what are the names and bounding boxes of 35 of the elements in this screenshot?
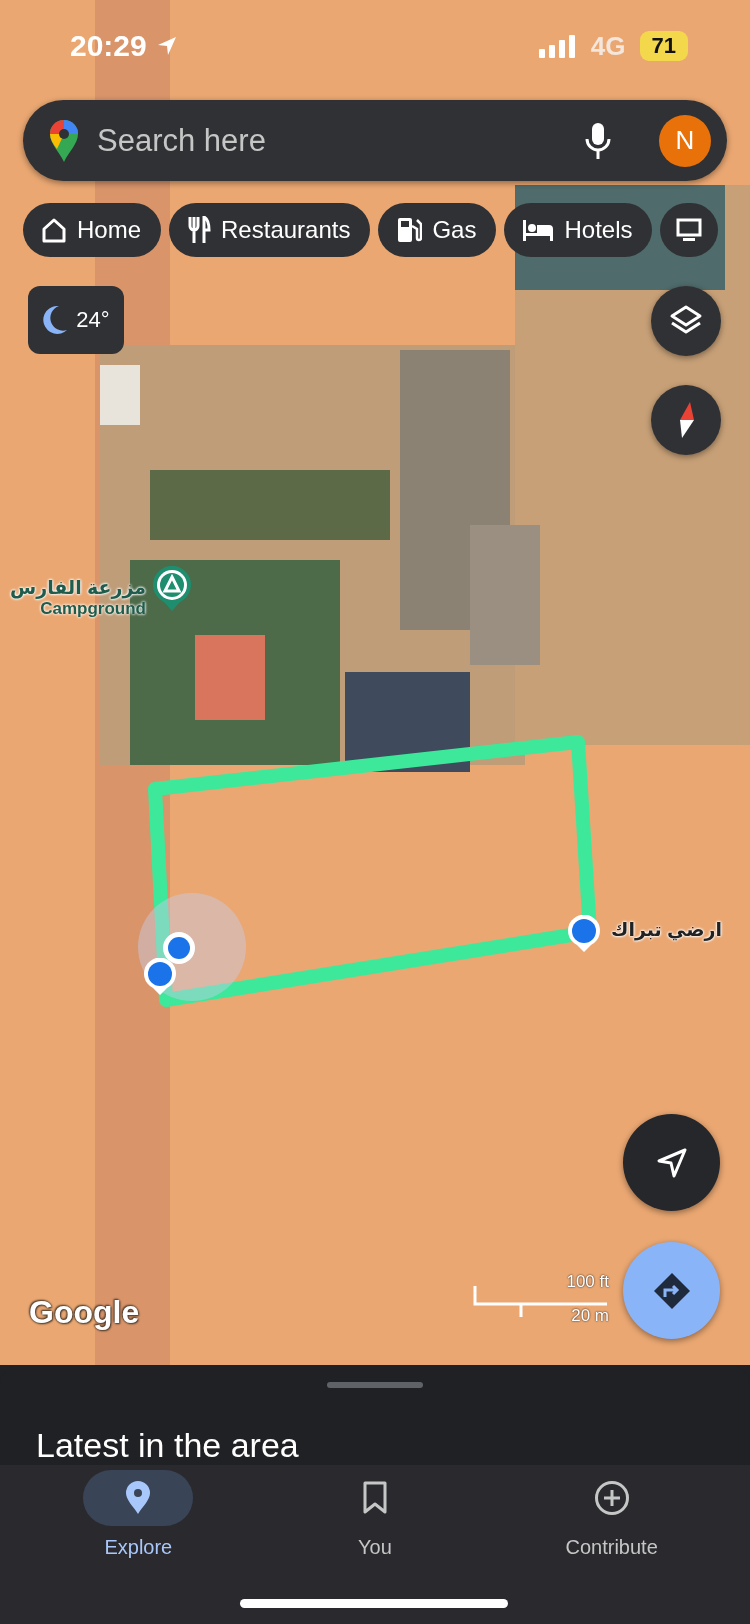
category-chip[interactable]: Gas xyxy=(378,203,497,257)
nav-tab[interactable]: Explore xyxy=(48,1469,229,1569)
category-chip[interactable]: Home xyxy=(23,203,162,257)
map-pin-logo-icon xyxy=(49,118,79,163)
place-name[interactable]: ارضي تبراك xyxy=(611,918,722,941)
signal-icon xyxy=(538,34,577,58)
map-pin-icon[interactable] xyxy=(143,958,177,996)
fork-knife-icon xyxy=(187,216,212,244)
bookmark-icon xyxy=(362,1481,388,1515)
map-attribution: Google xyxy=(29,1294,140,1331)
search-field[interactable]: Search here xyxy=(97,122,567,159)
clock-time: 20:29 xyxy=(70,29,147,63)
microphone-icon[interactable] xyxy=(585,121,611,160)
weather-chip[interactable]: 24° xyxy=(28,286,124,354)
sheet-title: Latest in the area xyxy=(36,1425,299,1465)
sheet-handle[interactable] xyxy=(327,1382,423,1388)
location-dot-icon xyxy=(162,931,196,965)
category-chip[interactable]: Restaurants xyxy=(169,203,371,257)
add-circle-icon xyxy=(593,1480,630,1516)
campground-pin-icon[interactable] xyxy=(152,566,192,612)
nav-tab[interactable]: Contribute xyxy=(521,1469,702,1569)
navigation-arrow-icon xyxy=(655,1146,688,1179)
scale-label: 20 m xyxy=(571,1306,609,1326)
map-pin-icon[interactable] xyxy=(567,915,601,953)
map-pin-icon xyxy=(125,1481,152,1515)
monitor-icon xyxy=(676,218,703,242)
home-icon xyxy=(41,217,67,243)
battery-level: 71 xyxy=(639,31,688,61)
scale-label: 100 ft xyxy=(566,1272,609,1292)
nav-tab[interactable]: You xyxy=(285,1469,465,1569)
bed-icon xyxy=(522,218,555,242)
moon-icon xyxy=(42,305,69,335)
network-type: 4G xyxy=(590,30,626,62)
category-chip[interactable]: Hotels xyxy=(504,203,653,257)
gas-pump-icon xyxy=(396,216,423,244)
